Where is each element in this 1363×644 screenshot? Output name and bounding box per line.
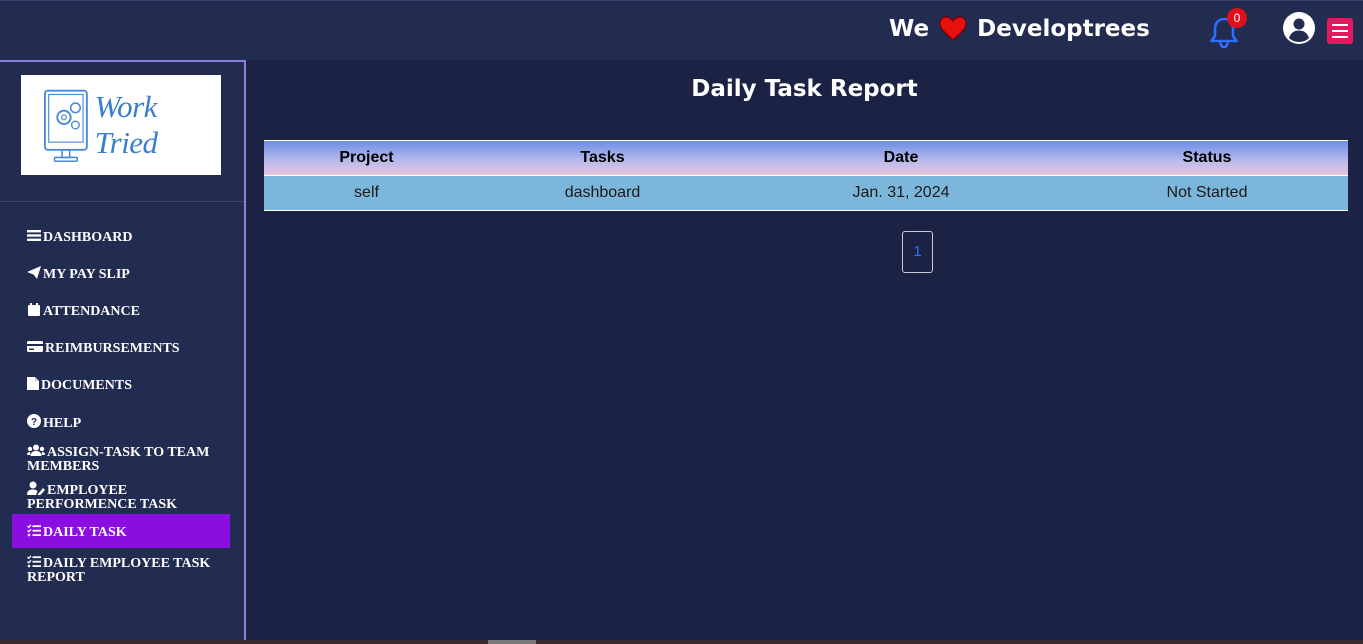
column-header-status: Status: [1066, 140, 1348, 176]
table-header-row: Project Tasks Date Status: [264, 140, 1348, 176]
heart-icon: [939, 16, 967, 42]
sidebar-item-label: DASHBOARD: [43, 230, 133, 245]
credit-card-icon: [27, 341, 43, 352]
scrollbar-thumb[interactable]: [488, 640, 536, 644]
sidebar-item-label: EMPLOYEE PERFORMENCE TASK: [27, 483, 177, 512]
sidebar-item-label: MY PAY SLIP: [43, 267, 130, 282]
menu-line: [1332, 30, 1348, 32]
sidebar-item-label: DOCUMENTS: [41, 378, 133, 393]
column-header-tasks: Tasks: [469, 140, 736, 176]
sidebar-item-label: REIMBURSEMENTS: [45, 341, 180, 356]
sidebar-divider: [0, 201, 244, 202]
top-bar: We Developtrees 0: [0, 0, 1363, 60]
notification-count-badge: 0: [1227, 8, 1247, 28]
tasks-icon: [27, 555, 41, 568]
cell-status: Not Started: [1066, 175, 1348, 211]
paper-plane-icon: [27, 266, 41, 279]
horizontal-scrollbar[interactable]: [0, 640, 1363, 644]
cell-date: Jan. 31, 2024: [736, 175, 1066, 211]
menu-line: [1332, 24, 1348, 26]
column-header-project: Project: [264, 140, 469, 176]
sidebar-item-help[interactable]: ? HELP: [12, 414, 230, 431]
sidebar-item-label: DAILY EMPLOYEE TASK REPORT: [27, 556, 211, 585]
brand-tagline: We Developtrees: [889, 13, 1150, 45]
sidebar-item-assign-task[interactable]: ASSIGN-TASK TO TEAM MEMBERS: [12, 444, 230, 474]
menu-line: [1332, 36, 1348, 38]
sidebar-item-my-pay-slip[interactable]: MY PAY SLIP: [12, 266, 230, 282]
svg-text:?: ?: [31, 417, 37, 428]
logo-text: Work Tried: [94, 89, 158, 160]
monitor-gears-icon: [43, 89, 88, 163]
company-logo[interactable]: Work Tried: [21, 75, 221, 175]
pagination-page-button[interactable]: 1: [902, 231, 933, 273]
sidebar-item-dashboard[interactable]: DASHBOARD: [12, 229, 230, 245]
bars-icon: [27, 230, 41, 241]
sidebar-item-label: ASSIGN-TASK TO TEAM MEMBERS: [27, 445, 210, 474]
user-circle-icon[interactable]: [1282, 11, 1316, 45]
brand-prefix: We: [889, 16, 930, 42]
calendar-icon: [28, 303, 40, 316]
hamburger-menu-icon[interactable]: [1327, 18, 1353, 44]
table-row: self dashboard Jan. 31, 2024 Not Started: [264, 175, 1348, 211]
question-circle-icon: ?: [27, 414, 41, 428]
sidebar-item-daily-employee-task-report[interactable]: DAILY EMPLOYEE TASK REPORT: [12, 555, 230, 585]
cell-tasks: dashboard: [469, 175, 736, 211]
sidebar-item-documents[interactable]: DOCUMENTS: [12, 377, 230, 393]
sidebar-item-employee-performence-task[interactable]: EMPLOYEE PERFORMENCE TASK: [12, 481, 230, 512]
sidebar-item-label: DAILY TASK: [43, 525, 127, 540]
sidebar-item-attendance[interactable]: ATTENDANCE: [12, 303, 230, 319]
user-edit-icon: [27, 481, 45, 495]
sidebar-item-label: HELP: [43, 416, 82, 431]
sidebar-item-reimbursements[interactable]: REIMBURSEMENTS: [12, 340, 230, 356]
cell-project: self: [264, 175, 469, 211]
users-icon: [27, 444, 45, 456]
page-title: Daily Task Report: [691, 76, 918, 102]
sidebar-item-daily-task[interactable]: DAILY TASK: [12, 514, 230, 548]
task-report-table: Project Tasks Date Status self dashboard…: [264, 140, 1348, 211]
brand-name: Developtrees: [977, 16, 1150, 42]
tasks-icon: [27, 524, 41, 537]
column-header-date: Date: [736, 140, 1066, 176]
file-icon: [27, 377, 39, 390]
sidebar-item-label: ATTENDANCE: [43, 304, 140, 319]
